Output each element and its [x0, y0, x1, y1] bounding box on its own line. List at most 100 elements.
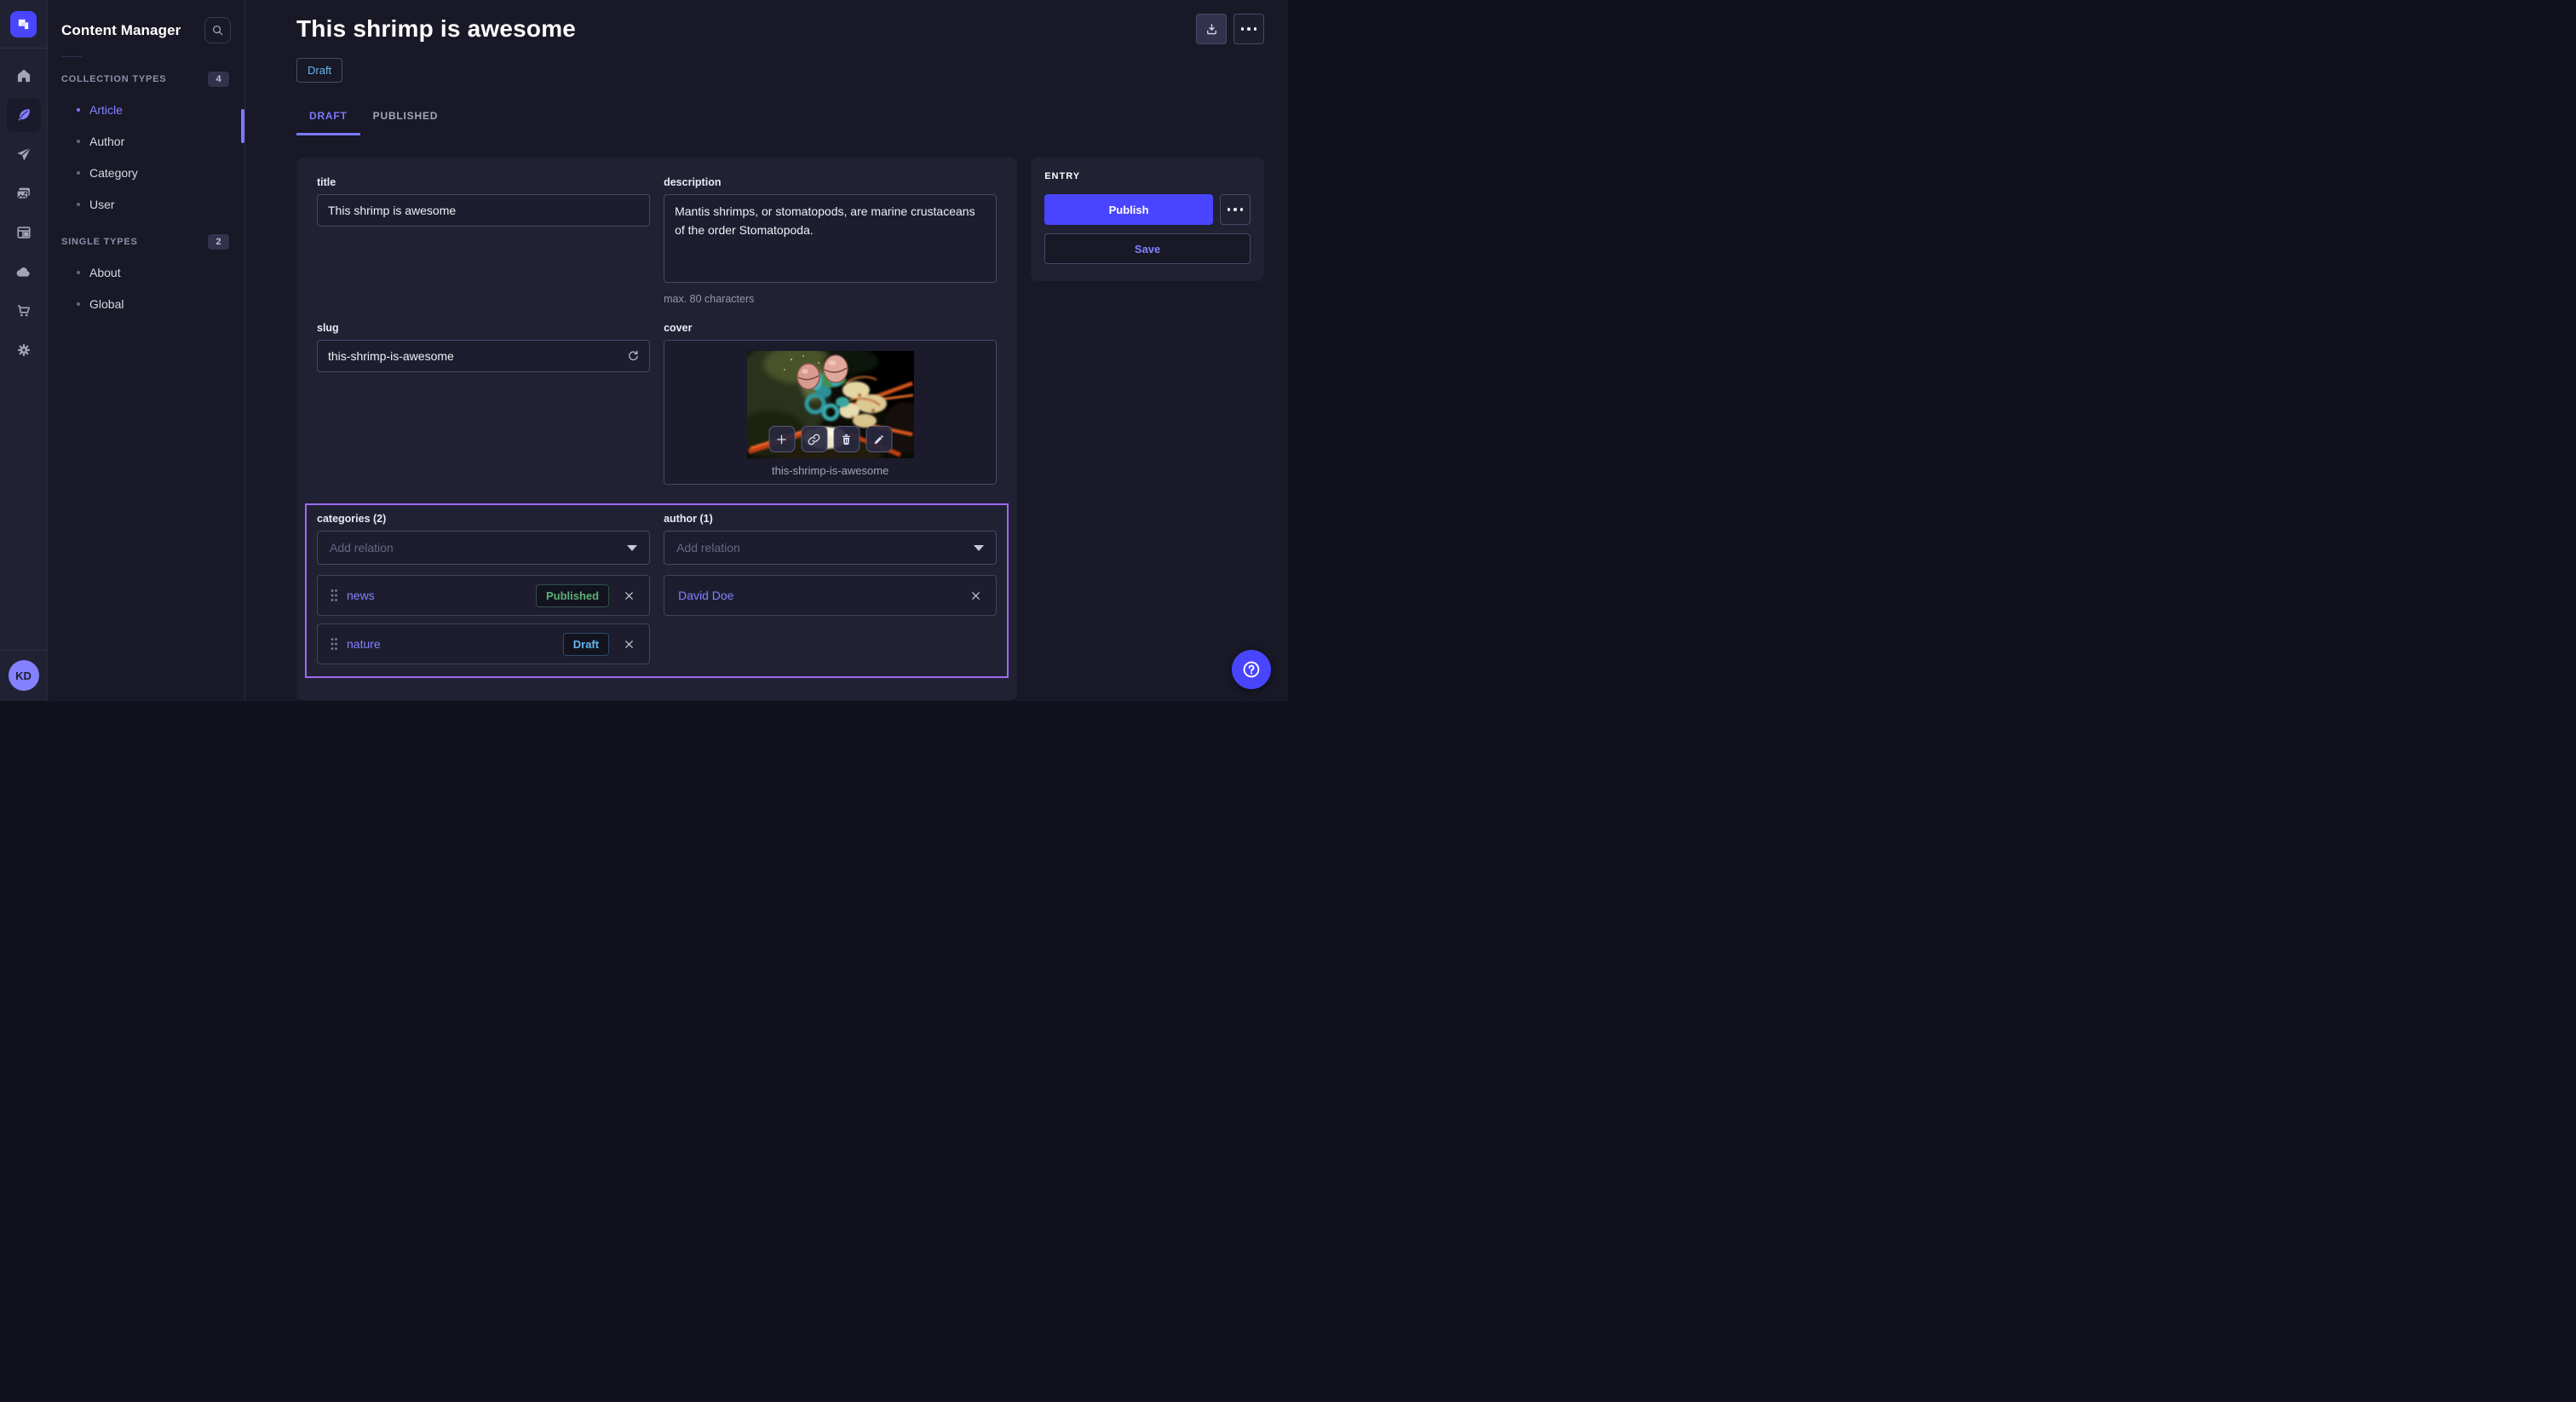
relation-link-david-doe[interactable]: David Doe: [678, 589, 737, 602]
releases-icon[interactable]: [7, 137, 41, 171]
title-field: title: [317, 176, 650, 305]
home-icon[interactable]: [7, 59, 41, 93]
chevron-down-icon: [627, 545, 637, 551]
slug-input[interactable]: [317, 340, 650, 372]
remove-relation-nature-button[interactable]: [616, 631, 641, 657]
close-icon: [624, 639, 635, 650]
relation-row-nature: nature Draft: [317, 623, 650, 664]
cloud-icon[interactable]: [7, 255, 41, 289]
edit-media-button[interactable]: [865, 426, 892, 452]
relation-link-nature[interactable]: nature: [343, 637, 384, 651]
strapi-logo-icon: [16, 17, 31, 32]
remove-relation-david-doe-button[interactable]: [963, 583, 988, 608]
marketplace-icon[interactable]: [7, 294, 41, 328]
collection-types-count: 4: [208, 72, 229, 87]
search-button[interactable]: [204, 17, 231, 43]
sidebar-item-category[interactable]: Category: [61, 157, 231, 188]
entry-more-button[interactable]: [1220, 194, 1251, 225]
edit-form-panel: title description Mantis shrimps, or sto…: [296, 158, 1017, 700]
cover-field: cover: [664, 322, 997, 485]
rail-nav-items: [7, 49, 41, 367]
sidebar-item-about[interactable]: About: [61, 256, 231, 288]
header-actions: [1196, 14, 1264, 44]
author-field: author (1) Add relation David Doe: [664, 513, 997, 664]
link-icon: [808, 433, 821, 446]
entry-panel-title: ENTRY: [1044, 171, 1251, 181]
tab-published[interactable]: PUBLISHED: [360, 103, 451, 135]
entry-panel: ENTRY Publish Save: [1031, 158, 1264, 281]
save-button[interactable]: Save: [1044, 233, 1251, 264]
user-avatar[interactable]: KD: [9, 660, 39, 691]
single-types-section: SINGLE TYPES 2 About Global: [61, 234, 231, 319]
close-icon: [970, 590, 981, 601]
cover-label: cover: [664, 322, 997, 334]
categories-field: categories (2) Add relation: [317, 513, 650, 664]
page-title: This shrimp is awesome: [296, 15, 576, 43]
title-label: title: [317, 176, 650, 188]
author-relation-combobox[interactable]: Add relation: [664, 531, 997, 565]
relations-highlight-outline: categories (2) Add relation: [305, 503, 1009, 678]
trash-icon: [840, 433, 854, 446]
sidebar-scrollbar-thumb[interactable]: [241, 109, 244, 143]
content-type-builder-icon[interactable]: [7, 215, 41, 250]
main-nav-rail: KD: [0, 0, 48, 701]
chevron-down-icon: [974, 545, 984, 551]
remove-relation-news-button[interactable]: [616, 583, 641, 608]
relation-link-news[interactable]: news: [343, 589, 378, 602]
content-manager-sidebar: Content Manager COLLECTION TYPES 4 Artic…: [48, 0, 245, 701]
export-button[interactable]: [1196, 14, 1227, 44]
search-icon: [211, 24, 224, 37]
download-icon: [1205, 22, 1219, 37]
title-input[interactable]: [317, 194, 650, 227]
more-options-button[interactable]: [1233, 14, 1264, 44]
sidebar-item-user[interactable]: User: [61, 188, 231, 220]
ellipsis-icon: [1241, 27, 1257, 31]
categories-relation-combobox[interactable]: Add relation: [317, 531, 650, 565]
status-badge: Draft: [296, 58, 342, 83]
add-media-button[interactable]: [768, 426, 795, 452]
publish-button[interactable]: Publish: [1044, 194, 1213, 225]
regenerate-slug-button[interactable]: [621, 344, 645, 368]
ellipsis-icon: [1228, 208, 1244, 211]
author-relation-list: David Doe: [664, 575, 997, 616]
delete-media-button[interactable]: [833, 426, 860, 452]
drag-handle[interactable]: [325, 583, 343, 608]
question-mark-icon: [1241, 659, 1262, 680]
settings-icon[interactable]: [7, 333, 41, 367]
description-hint: max. 80 characters: [664, 293, 997, 305]
tab-draft[interactable]: DRAFT: [296, 103, 360, 135]
cover-media-card: this-shrimp-is-awesome: [664, 340, 997, 485]
close-icon: [624, 590, 635, 601]
categories-label: categories (2): [317, 513, 650, 525]
slug-label: slug: [317, 322, 650, 334]
categories-relation-list: news Published: [317, 575, 650, 664]
status-chip-draft: Draft: [563, 633, 609, 656]
description-textarea[interactable]: Mantis shrimps, or stomatopods, are mari…: [664, 194, 997, 283]
relation-row-david-doe: David Doe: [664, 575, 997, 616]
pencil-icon: [872, 433, 886, 446]
logo-area: [0, 0, 47, 49]
single-types-count: 2: [208, 234, 229, 250]
cover-filename: this-shrimp-is-awesome: [664, 464, 996, 477]
status-chip-published: Published: [536, 584, 609, 607]
collection-types-label: COLLECTION TYPES: [61, 74, 166, 84]
relation-row-news: news Published: [317, 575, 650, 616]
sidebar-item-article[interactable]: Article: [61, 94, 231, 125]
slug-field: slug: [317, 322, 650, 485]
drag-handle[interactable]: [325, 631, 343, 657]
refresh-icon: [626, 349, 641, 364]
cover-action-bar: [768, 426, 892, 452]
single-types-label: SINGLE TYPES: [61, 237, 138, 247]
content-manager-icon[interactable]: [7, 98, 41, 132]
sidebar-title: Content Manager: [61, 22, 181, 39]
copy-link-button[interactable]: [801, 426, 827, 452]
help-button[interactable]: [1232, 650, 1271, 689]
description-field: description Mantis shrimps, or stomatopo…: [664, 176, 997, 305]
sidebar-item-global[interactable]: Global: [61, 288, 231, 319]
strapi-logo[interactable]: [10, 11, 37, 37]
strapi-app: KD Content Manager COLLECTION TYPES 4 Ar…: [0, 0, 1288, 701]
collection-types-section: COLLECTION TYPES 4 Article Author Catego…: [61, 72, 231, 220]
sidebar-item-author[interactable]: Author: [61, 125, 231, 157]
media-library-icon[interactable]: [7, 176, 41, 210]
plus-icon: [775, 433, 789, 446]
